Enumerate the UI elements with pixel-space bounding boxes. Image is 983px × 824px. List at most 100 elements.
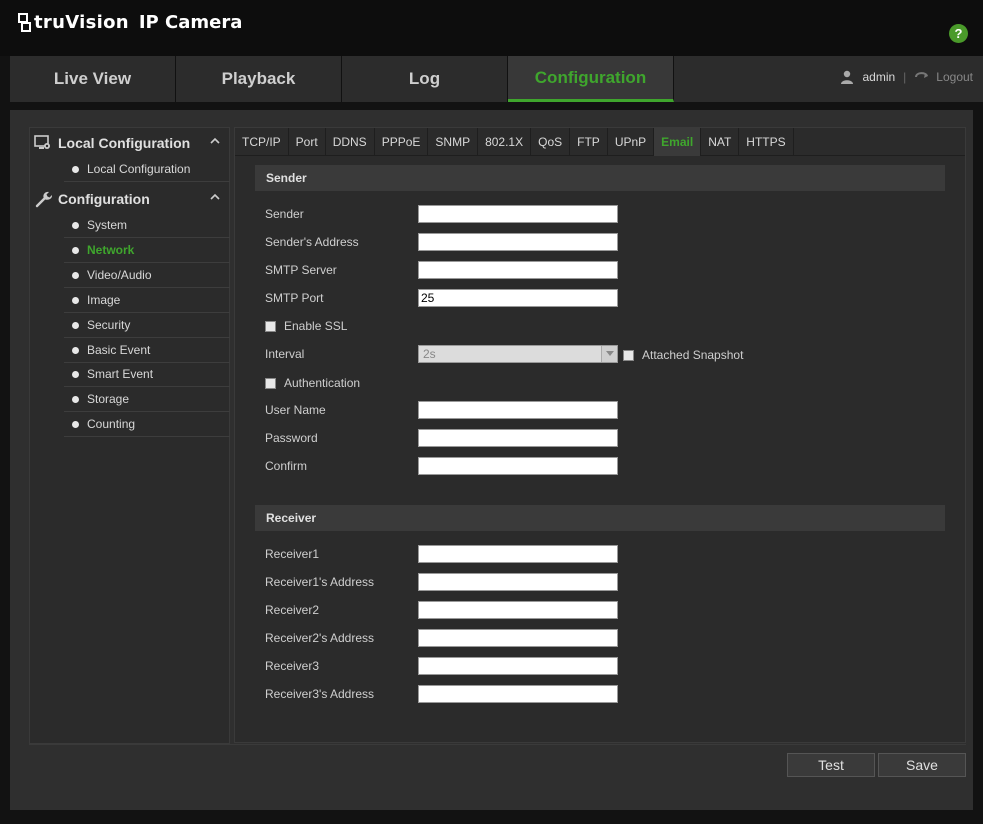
sidebar-item-label: Security — [87, 318, 131, 332]
logout-link[interactable]: Logout — [936, 70, 973, 84]
sender-input[interactable] — [418, 205, 618, 223]
app-logo: truVision IP Camera — [18, 12, 242, 33]
subtab-https[interactable]: HTTPS — [739, 128, 794, 156]
receiver3-address-input[interactable] — [418, 685, 618, 703]
user-area: admin | Logout — [840, 56, 973, 98]
wrench-icon — [35, 191, 52, 208]
smtp-server-input[interactable] — [418, 261, 618, 279]
receiver2-address-input[interactable] — [418, 629, 618, 647]
chevron-up-icon[interactable] — [210, 193, 220, 201]
sidebar-item-label: Network — [87, 243, 135, 257]
receiver1-address-input[interactable] — [418, 573, 618, 591]
sender-address-label: Sender's Address — [265, 235, 359, 249]
receiver3-address-label: Receiver3's Address — [265, 687, 375, 701]
subtab-nat[interactable]: NAT — [701, 128, 740, 156]
receiver3-label: Receiver3 — [265, 659, 320, 673]
subtab-port[interactable]: Port — [289, 128, 326, 156]
bullet-icon — [72, 370, 79, 378]
subtab-email[interactable]: Email — [654, 128, 702, 156]
chevron-down-icon — [606, 351, 614, 356]
sidebar-item-counting[interactable]: Counting — [64, 412, 230, 437]
confirm-input[interactable] — [418, 457, 618, 475]
subtab-ddns[interactable]: DDNS — [326, 128, 375, 156]
enable-ssl-label: Enable SSL — [284, 319, 348, 333]
sender-address-input[interactable] — [418, 233, 618, 251]
sidebar-item-label: Local Configuration — [87, 162, 191, 176]
save-button[interactable]: Save — [878, 753, 966, 777]
sidebar-header-configuration[interactable]: Configuration — [30, 185, 230, 213]
smtp-server-label: SMTP Server — [265, 263, 337, 277]
receiver2-label: Receiver2 — [265, 603, 320, 617]
sidebar-header-local-label: Local Configuration — [58, 135, 191, 151]
bullet-icon — [72, 221, 79, 229]
bullet-icon — [72, 165, 79, 173]
username-label: User Name — [265, 403, 326, 417]
sidebar-item-image[interactable]: Image — [64, 288, 230, 313]
tab-live-view[interactable]: Live View — [10, 56, 176, 102]
receiver1-input[interactable] — [418, 545, 618, 563]
sidebar-item-local-configuration[interactable]: Local Configuration — [64, 157, 230, 182]
receiver2-input[interactable] — [418, 601, 618, 619]
help-icon[interactable]: ? — [949, 24, 968, 43]
subtab-upnp[interactable]: UPnP — [608, 128, 655, 156]
sidebar-item-basic-event[interactable]: Basic Event — [64, 338, 230, 363]
sidebar-item-video-audio[interactable]: Video/Audio — [64, 263, 230, 288]
brand-name: truVision — [34, 12, 129, 33]
receiver1-label: Receiver1 — [265, 547, 320, 561]
sidebar-item-network[interactable]: Network — [64, 238, 230, 263]
sidebar-item-smart-event[interactable]: Smart Event — [64, 362, 230, 387]
enable-ssl-checkbox[interactable] — [265, 320, 276, 332]
sidebar-item-label: Video/Audio — [87, 268, 152, 282]
bullet-icon — [72, 321, 79, 329]
authentication-checkbox[interactable] — [265, 377, 276, 389]
bullet-icon — [72, 246, 79, 254]
sidebar-item-security[interactable]: Security — [64, 313, 230, 338]
attached-snapshot-checkbox[interactable] — [623, 349, 634, 361]
sender-label: Sender — [265, 207, 304, 221]
subtab-8021x[interactable]: 802.1X — [478, 128, 532, 156]
subtab-snmp[interactable]: SNMP — [428, 128, 479, 156]
tab-playback[interactable]: Playback — [176, 56, 342, 102]
product-name: IP Camera — [138, 12, 243, 33]
password-input[interactable] — [418, 429, 618, 447]
main-nav: Live View Playback Log Configuration adm… — [10, 56, 983, 102]
truvision-logo-icon — [18, 12, 31, 32]
sidebar-header-configuration-label: Configuration — [58, 191, 150, 207]
bullet-icon — [72, 296, 79, 304]
subtab-tcpip[interactable]: TCP/IP — [235, 128, 289, 156]
subtab-qos[interactable]: QoS — [531, 128, 571, 156]
smtp-port-input[interactable] — [418, 289, 618, 307]
chevron-up-icon[interactable] — [210, 137, 220, 145]
sidebar-item-label: System — [87, 218, 128, 232]
username-label: admin — [862, 70, 896, 84]
password-label: Password — [265, 431, 318, 445]
logout-icon[interactable] — [914, 70, 930, 84]
receiver-section-title: Receiver — [255, 505, 945, 531]
sidebar-item-label: Basic Event — [87, 343, 151, 357]
bullet-icon — [72, 346, 79, 354]
enable-ssl-row: Enable SSL — [265, 319, 347, 333]
bullet-icon — [72, 395, 79, 403]
authentication-label: Authentication — [284, 376, 361, 390]
tab-configuration[interactable]: Configuration — [508, 56, 674, 102]
sidebar-header-local[interactable]: Local Configuration — [30, 129, 230, 157]
sidebar-item-label: Storage — [87, 392, 130, 406]
interval-select[interactable]: 2s — [418, 345, 618, 363]
attached-snapshot-row: Attached Snapshot — [623, 348, 743, 362]
receiver2-address-label: Receiver2's Address — [265, 631, 375, 645]
sidebar-item-storage[interactable]: Storage — [64, 387, 230, 412]
subtab-ftp[interactable]: FTP — [570, 128, 608, 156]
sidebar-item-system[interactable]: System — [64, 213, 230, 238]
app-header: truVision IP Camera ? — [0, 0, 983, 56]
bullet-icon — [72, 420, 79, 428]
sidebar-item-label: Smart Event — [87, 367, 154, 381]
attached-snapshot-label: Attached Snapshot — [642, 348, 744, 362]
test-button[interactable]: Test — [787, 753, 875, 777]
dropdown-arrow[interactable] — [601, 346, 617, 362]
tab-log[interactable]: Log — [342, 56, 508, 102]
subtab-pppoe[interactable]: PPPoE — [375, 128, 429, 156]
receiver3-input[interactable] — [418, 657, 618, 675]
username-input[interactable] — [418, 401, 618, 419]
monitor-gear-icon — [34, 135, 50, 149]
bullet-icon — [72, 271, 79, 279]
